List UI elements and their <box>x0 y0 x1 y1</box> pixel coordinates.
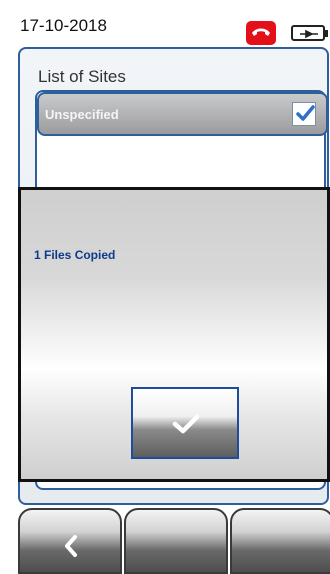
softkey-bar <box>18 508 330 574</box>
softkey-2[interactable] <box>124 508 228 574</box>
phone-hangup-icon <box>246 21 276 45</box>
checkmark-icon <box>172 414 200 434</box>
battery-charging-icon <box>291 25 328 41</box>
softkey-3[interactable] <box>230 508 330 574</box>
back-softkey[interactable] <box>18 508 122 574</box>
device-screen: 17-10-2018 List of Sites Unspecified 1 F… <box>18 0 330 574</box>
date-label: 17-10-2018 <box>20 16 107 35</box>
dialog-message: 1 Files Copied <box>34 248 116 262</box>
status-bar: 17-10-2018 <box>18 0 330 45</box>
site-label: Unspecified <box>45 107 119 122</box>
site-item-unspecified[interactable]: Unspecified <box>37 92 328 136</box>
copy-result-dialog: 1 Files Copied <box>18 187 330 482</box>
ok-button[interactable] <box>131 387 239 459</box>
panel-title: List of Sites <box>38 67 126 86</box>
checkmark-icon <box>296 105 315 121</box>
site-checkbox[interactable] <box>292 102 316 126</box>
chevron-left-icon <box>65 535 77 557</box>
